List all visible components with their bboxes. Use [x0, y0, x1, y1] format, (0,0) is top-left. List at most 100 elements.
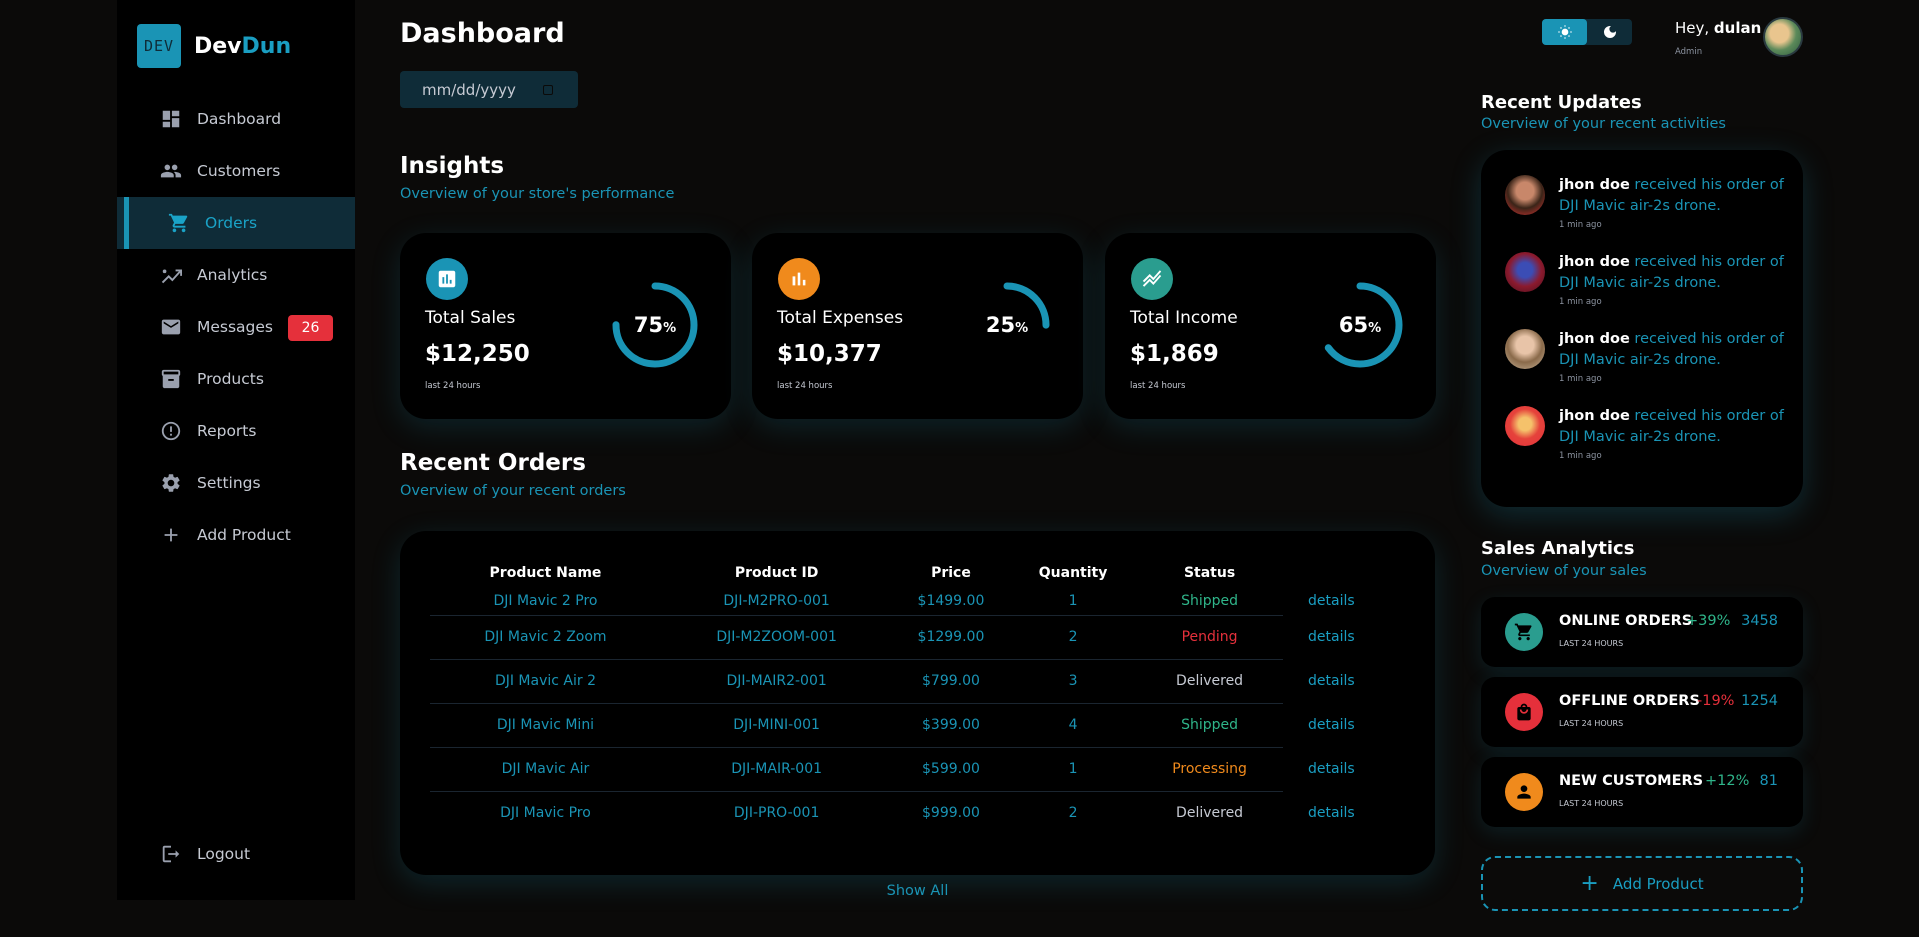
card-note: last 24 hours [425, 381, 481, 391]
sidebar-item-customers[interactable]: Customers [117, 145, 355, 197]
card-value: $10,377 [777, 341, 882, 367]
page-title: Dashboard [400, 18, 565, 49]
bag-icon [1517, 703, 1531, 721]
progress-percent: 75% [609, 279, 701, 371]
update-time: 1 min ago [1559, 451, 1602, 461]
sidebar-item-label: Orders [205, 214, 258, 232]
stat-online-orders[interactable]: ONLINE ORDERS LAST 24 HOURS +39% 3458 [1481, 597, 1803, 667]
logout-button[interactable]: Logout [117, 828, 355, 880]
cell-product-name: DJI Mavic Air [430, 747, 661, 792]
add-product-button[interactable]: + Add Product [1481, 856, 1803, 911]
details-link[interactable]: details [1283, 703, 1380, 747]
sidebar-item-orders[interactable]: Orders [117, 197, 355, 249]
stat-note: LAST 24 HOURS [1559, 719, 1624, 728]
stat-number: 81 [1759, 773, 1778, 789]
cell-product-id: DJI-MINI-001 [660, 703, 893, 748]
cell-status: Shipped [1136, 587, 1283, 616]
card-total-expenses: Total Expenses $10,377 last 24 hours 25% [752, 233, 1083, 419]
table-row: DJI Mavic 2 Pro DJI-M2PRO-001 $1499.00 1… [430, 587, 1380, 616]
details-link[interactable]: details [1283, 615, 1380, 659]
sidebar-item-analytics[interactable]: Analytics [117, 249, 355, 301]
details-link[interactable]: details [1283, 747, 1380, 791]
stat-new-customers[interactable]: NEW CUSTOMERS LAST 24 HOURS +12% 81 [1481, 757, 1803, 827]
cell-product-name: DJI Mavic Pro [500, 805, 591, 822]
calendar-icon[interactable] [543, 85, 553, 95]
stat-name: NEW CUSTOMERS [1559, 773, 1704, 789]
column-header: Product ID [734, 565, 819, 581]
cell-status: Delivered [1136, 659, 1283, 704]
sidebar-item-products[interactable]: Products [117, 353, 355, 405]
sidebar: DEV DevDun Dashboard Customers Orders An… [117, 0, 355, 900]
progress-percent: 65% [1314, 279, 1406, 371]
dark-mode-button[interactable] [1587, 19, 1632, 45]
stat-percent: -19% [1697, 693, 1735, 709]
table-row: DJI Mavic Pro DJI-PRO-001 $999.00 2 Deli… [430, 791, 1380, 835]
sidebar-item-label: Settings [197, 474, 261, 492]
light-mode-button[interactable] [1542, 19, 1587, 45]
card-note: last 24 hours [1130, 381, 1186, 391]
update-time: 1 min ago [1559, 374, 1602, 384]
bar-chart-icon [438, 270, 456, 288]
logout-area: Logout [117, 828, 355, 880]
mail-icon [160, 316, 182, 338]
recent-updates-subtitle: Overview of your recent activities [1481, 116, 1726, 132]
orders-table: Product Name Product ID Price Quantity S… [430, 559, 1380, 835]
progress-percent: 25% [961, 279, 1053, 371]
card-icon-bg [778, 258, 820, 300]
column-header: Product Name [489, 565, 602, 581]
recent-orders-title: Recent Orders [400, 450, 586, 476]
update-avatar [1505, 175, 1545, 215]
brand-name-part1: Dev [194, 33, 242, 59]
avatar[interactable] [1763, 17, 1803, 57]
percent-value: 65 [1338, 313, 1369, 337]
table-row: DJI Mavic Air 2 DJI-MAIR2-001 $799.00 3 … [430, 659, 1380, 704]
sidebar-item-dashboard[interactable]: Dashboard [117, 93, 355, 145]
update-avatar [1505, 252, 1545, 292]
update-time: 1 min ago [1559, 220, 1602, 230]
sidebar-item-label: Reports [197, 422, 257, 440]
sidebar-nav: Dashboard Customers Orders Analytics Mes… [117, 93, 355, 561]
card-label: Total Expenses [777, 308, 904, 328]
cell-price: $999.00 [922, 805, 980, 822]
cart-icon [168, 212, 190, 234]
details-link[interactable]: details [1283, 791, 1380, 835]
updates-panel: jhon doe received his order of DJI Mavic… [1481, 150, 1803, 507]
sidebar-item-settings[interactable]: Settings [117, 457, 355, 509]
sidebar-item-add-product[interactable]: Add Product [117, 509, 355, 561]
gear-icon [160, 472, 182, 494]
cell-product-id: DJI-M2ZOOM-001 [660, 615, 893, 660]
card-note: last 24 hours [777, 381, 833, 391]
details-link[interactable]: details [1283, 587, 1380, 615]
date-placeholder: mm/dd/yyyy [422, 80, 516, 99]
main-content: Dashboard mm/dd/yyyy Insights Overview o… [400, 0, 1436, 937]
plus-icon: + [1580, 871, 1599, 896]
percent-unit: % [663, 320, 677, 336]
messages-count-badge: 26 [288, 315, 333, 341]
cell-product-name: DJI Mavic 2 Pro [430, 587, 661, 616]
people-icon [160, 160, 182, 182]
column-header: Price [931, 565, 971, 581]
cell-product-id: DJI-PRO-001 [733, 805, 820, 822]
brand[interactable]: DEV DevDun [137, 24, 291, 68]
cell-status: Shipped [1136, 703, 1283, 748]
card-total-sales: Total Sales $12,250 last 24 hours 75% [400, 233, 731, 419]
date-input[interactable]: mm/dd/yyyy [400, 71, 578, 108]
insights-title: Insights [400, 153, 505, 179]
update-user: jhon doe [1559, 177, 1630, 193]
update-time: 1 min ago [1559, 297, 1602, 307]
show-all-link[interactable]: Show All [400, 883, 1435, 899]
details-link[interactable]: details [1283, 659, 1380, 703]
card-total-income: Total Income $1,869 last 24 hours 65% [1105, 233, 1436, 419]
cell-product-name: DJI Mavic 2 Zoom [430, 615, 661, 660]
cell-quantity: 1 [1009, 747, 1137, 792]
sidebar-item-messages[interactable]: Messages 26 [117, 301, 355, 353]
card-label: Total Income [1130, 308, 1238, 328]
stat-icon-bg [1505, 693, 1543, 731]
theme-toggle[interactable] [1542, 19, 1632, 45]
sidebar-item-reports[interactable]: Reports [117, 405, 355, 457]
sidebar-item-label: Messages [197, 318, 274, 336]
stat-offline-orders[interactable]: OFFLINE ORDERS LAST 24 HOURS -19% 1254 [1481, 677, 1803, 747]
card-icon-bg [426, 258, 468, 300]
cell-product-name: DJI Mavic Mini [430, 703, 661, 748]
sales-analytics-subtitle: Overview of your sales [1481, 563, 1647, 579]
